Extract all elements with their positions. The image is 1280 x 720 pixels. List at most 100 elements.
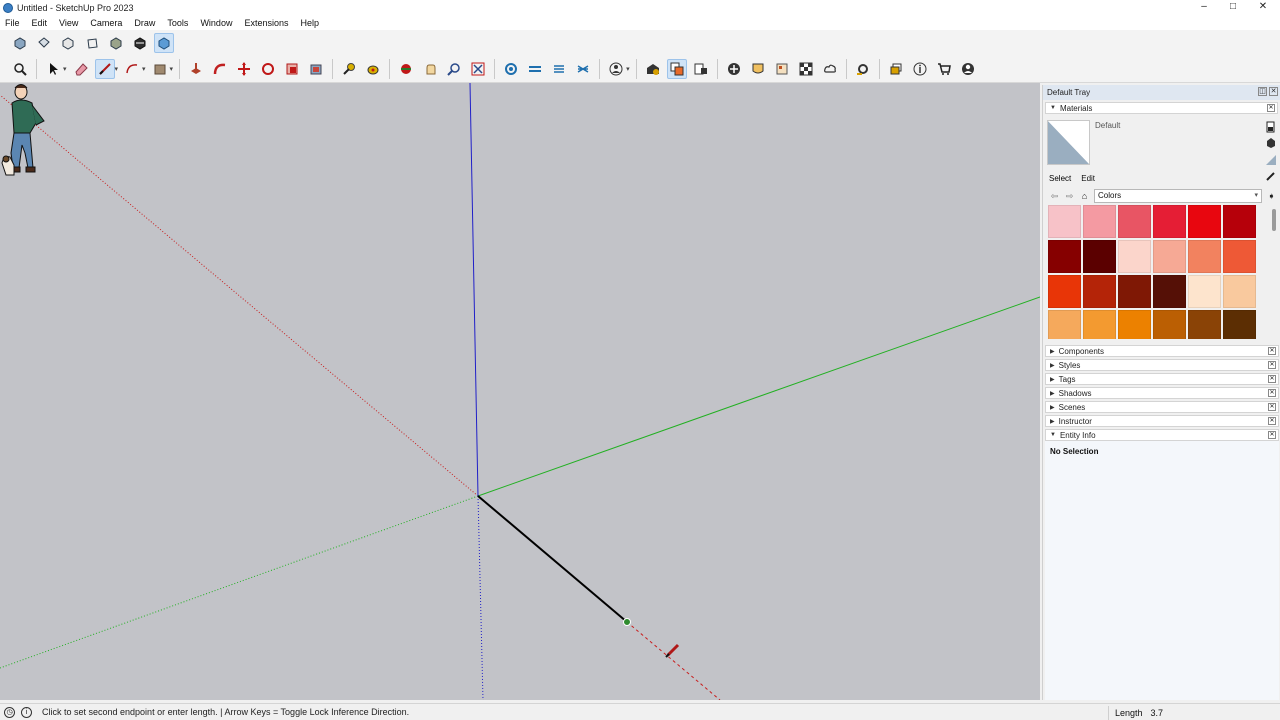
home-icon[interactable]: ⌂ <box>1079 191 1090 202</box>
minimize-button[interactable]: – <box>1189 0 1219 15</box>
select-tool-icon[interactable] <box>43 59 63 79</box>
measurements-box[interactable]: Length 3.7 <box>1108 706 1278 720</box>
tray-pin-icon[interactable]: ◫ <box>1258 87 1267 96</box>
menu-tools[interactable]: Tools <box>161 18 194 28</box>
close-button[interactable]: ✕ <box>1248 0 1278 15</box>
menu-extensions[interactable]: Extensions <box>238 18 294 28</box>
color-swatch[interactable] <box>1188 205 1221 238</box>
color-swatch[interactable] <box>1083 205 1116 238</box>
color-swatch[interactable] <box>1223 275 1256 308</box>
color-swatch[interactable] <box>1153 310 1186 339</box>
pan-icon[interactable] <box>420 59 440 79</box>
tab-select[interactable]: Select <box>1049 174 1071 183</box>
warehouse-icon[interactable] <box>643 59 663 79</box>
section-cut-icon[interactable] <box>525 59 545 79</box>
info-icon[interactable] <box>910 59 930 79</box>
sample-paint-icon[interactable] <box>1266 171 1276 181</box>
color-swatch[interactable] <box>1153 275 1186 308</box>
arc-tool-icon[interactable] <box>122 59 142 79</box>
vcb-value[interactable]: 3.7 <box>1151 708 1164 718</box>
color-swatch[interactable] <box>1153 240 1186 273</box>
search-icon[interactable] <box>10 59 30 79</box>
menu-edit[interactable]: Edit <box>26 18 54 28</box>
styles-panel-header[interactable]: ▶ Styles ✕ <box>1045 359 1279 371</box>
layout-icon[interactable] <box>691 59 711 79</box>
tape-measure-icon[interactable] <box>339 59 359 79</box>
rectangle-tool-icon[interactable] <box>150 59 170 79</box>
model-info-icon[interactable] <box>772 59 792 79</box>
menu-help[interactable]: Help <box>294 18 325 28</box>
material-name[interactable]: Default <box>1095 121 1120 130</box>
menu-view[interactable]: View <box>53 18 84 28</box>
iso-view-icon[interactable] <box>10 33 30 53</box>
color-swatch[interactable] <box>1083 240 1116 273</box>
color-swatch[interactable] <box>1188 240 1221 273</box>
paint-bucket-icon[interactable] <box>363 59 383 79</box>
color-swatch[interactable] <box>1083 310 1116 339</box>
drawing-viewport[interactable] <box>0 83 1040 700</box>
create-material-icon[interactable] <box>1266 137 1276 149</box>
menu-draw[interactable]: Draw <box>128 18 161 28</box>
color-swatch[interactable] <box>1223 240 1256 273</box>
panel-close-icon[interactable]: ✕ <box>1268 361 1276 369</box>
color-swatch[interactable] <box>1118 240 1151 273</box>
display-secondary-icon[interactable] <box>1266 121 1276 133</box>
scenes-panel-header[interactable]: ▶ Scenes ✕ <box>1045 401 1279 413</box>
color-swatch[interactable] <box>1223 310 1256 339</box>
shaded-view-icon[interactable] <box>130 33 150 53</box>
material-preview[interactable] <box>1047 120 1090 165</box>
color-swatch[interactable] <box>1223 205 1256 238</box>
panel-close-icon[interactable]: ✕ <box>1268 431 1276 439</box>
swatch-scrollbar[interactable] <box>1272 209 1276 231</box>
scenes-icon[interactable] <box>886 59 906 79</box>
color-swatch[interactable] <box>1048 275 1081 308</box>
line-dropdown-icon[interactable]: ▾ <box>115 65 119 73</box>
tab-edit[interactable]: Edit <box>1081 174 1095 183</box>
back-view-icon[interactable] <box>106 33 126 53</box>
color-swatch[interactable] <box>1048 240 1081 273</box>
profile-icon[interactable] <box>958 59 978 79</box>
select-dropdown-icon[interactable]: ▾ <box>63 65 67 73</box>
move-icon[interactable] <box>234 59 254 79</box>
color-swatch[interactable] <box>1118 205 1151 238</box>
color-swatch[interactable] <box>1153 205 1186 238</box>
entity-info-panel-header[interactable]: ▼ Entity Info ✕ <box>1045 429 1279 441</box>
push-pull-icon[interactable] <box>186 59 206 79</box>
account-dropdown-icon[interactable]: ▾ <box>626 65 630 73</box>
forward-arrow-icon[interactable]: ⇨ <box>1064 191 1075 202</box>
library-select[interactable]: Colors ▾ <box>1094 189 1262 203</box>
shadows-panel-header[interactable]: ▶ Shadows ✕ <box>1045 387 1279 399</box>
photo-texture-icon[interactable] <box>748 59 768 79</box>
color-swatch[interactable] <box>1048 205 1081 238</box>
color-swatch[interactable] <box>1048 310 1081 339</box>
panel-close-icon[interactable]: ✕ <box>1268 403 1276 411</box>
panel-close-icon[interactable]: ✕ <box>1268 389 1276 397</box>
scale-icon[interactable] <box>282 59 302 79</box>
color-swatch[interactable] <box>1118 275 1151 308</box>
zoom-icon[interactable] <box>444 59 464 79</box>
details-arrow-icon[interactable]: ➧ <box>1266 191 1277 202</box>
follow-me-icon[interactable] <box>210 59 230 79</box>
panel-close-icon[interactable]: ✕ <box>1267 104 1275 112</box>
components-panel-header[interactable]: ▶ Components ✕ <box>1045 345 1279 357</box>
geo-location-icon[interactable]: ◷ <box>4 706 15 718</box>
materials-panel-header[interactable]: ▼ Materials ✕ <box>1045 102 1278 114</box>
back-arrow-icon[interactable]: ⇦ <box>1049 191 1060 202</box>
tray-close-icon[interactable]: ✕ <box>1269 87 1278 96</box>
section-plane-icon[interactable] <box>501 59 521 79</box>
arc-dropdown-icon[interactable]: ▾ <box>142 65 146 73</box>
offset-icon[interactable] <box>306 59 326 79</box>
front-view-icon[interactable] <box>58 33 78 53</box>
panel-close-icon[interactable]: ✕ <box>1268 417 1276 425</box>
settings-icon[interactable] <box>853 59 873 79</box>
textured-view-icon[interactable] <box>154 33 174 53</box>
zoom-extents-icon[interactable] <box>468 59 488 79</box>
user-account-icon[interactable] <box>606 59 626 79</box>
section-display-icon[interactable] <box>573 59 593 79</box>
add-location-icon[interactable] <box>724 59 744 79</box>
info-icon[interactable]: i <box>21 706 32 718</box>
match-photo-icon[interactable] <box>796 59 816 79</box>
menu-file[interactable]: File <box>0 18 26 28</box>
rectangle-dropdown-icon[interactable]: ▾ <box>170 65 174 73</box>
color-swatch[interactable] <box>1083 275 1116 308</box>
